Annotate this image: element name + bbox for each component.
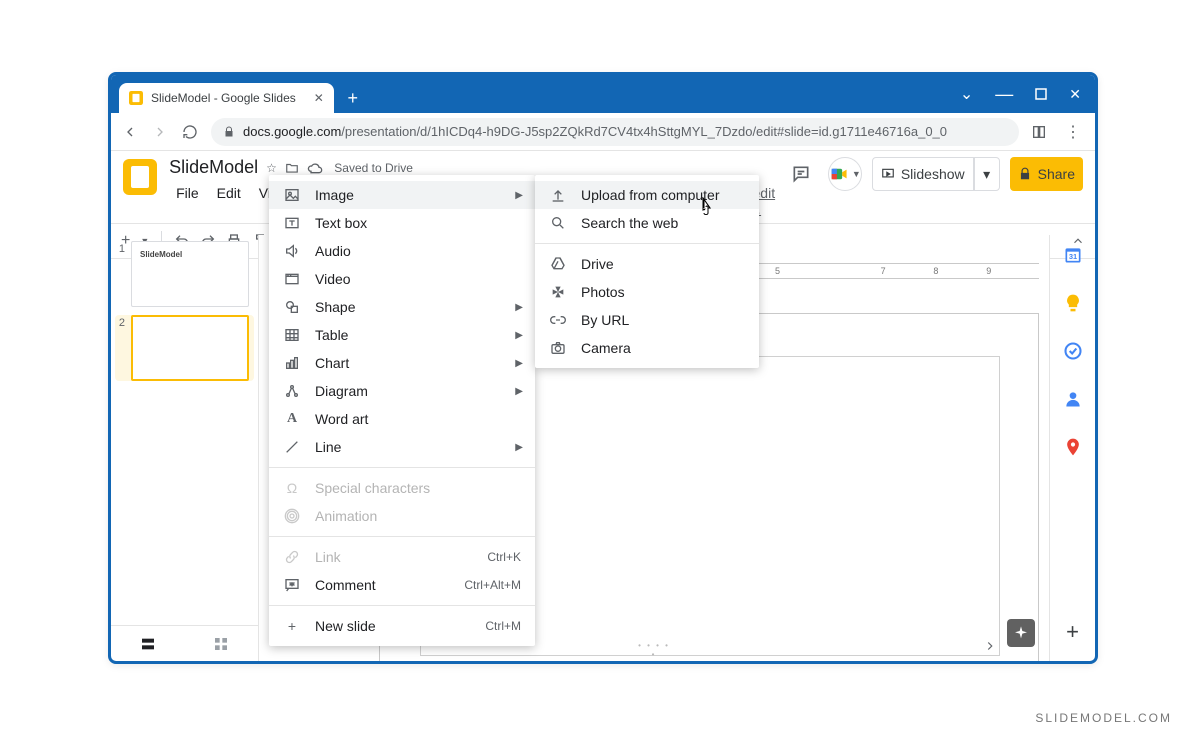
sidepanel-toggle[interactable]	[983, 639, 997, 653]
table-icon	[283, 327, 301, 343]
grid-view[interactable]	[213, 636, 229, 652]
tab-title: SlideModel - Google Slides	[151, 91, 296, 105]
line-icon	[283, 439, 301, 455]
insert-line[interactable]: Line▶	[269, 433, 535, 461]
insert-comment[interactable]: CommentCtrl+Alt+M	[269, 571, 535, 599]
calendar-addon[interactable]: 31	[1063, 245, 1083, 265]
new-tab-button[interactable]: +	[340, 85, 366, 111]
slideshow-button[interactable]: Slideshow	[872, 157, 974, 191]
maps-addon[interactable]	[1063, 437, 1083, 457]
insert-link: LinkCtrl+K	[269, 543, 535, 571]
close-tab-icon[interactable]: ✕	[314, 91, 324, 105]
insert-table[interactable]: Table▶	[269, 321, 535, 349]
chevron-down-icon[interactable]: ⌄	[960, 84, 973, 104]
url-field[interactable]: docs.google.com/presentation/d/1hICDq4-h…	[211, 118, 1019, 146]
tasks-addon[interactable]	[1063, 341, 1083, 361]
slide-thumb-1[interactable]: 1 SlideModel	[115, 241, 254, 307]
explore-button[interactable]	[1007, 619, 1035, 647]
upload-icon	[549, 187, 567, 203]
slides-logo[interactable]	[123, 159, 157, 195]
reader-icon[interactable]	[1031, 124, 1047, 140]
search-icon	[549, 215, 567, 231]
move-icon[interactable]	[285, 161, 299, 175]
camera-icon	[549, 340, 567, 356]
search-the-web[interactable]: Search the web	[535, 209, 759, 237]
slides-favicon	[129, 91, 143, 105]
meet-button[interactable]: ▼	[828, 157, 862, 191]
wordart-icon: A	[283, 411, 301, 427]
filmstrip-view[interactable]	[140, 636, 156, 652]
insert-image[interactable]: Image▶	[269, 181, 535, 209]
url-host: docs.google.com	[243, 124, 341, 139]
from-drive[interactable]: Drive	[535, 250, 759, 278]
plus-icon: +	[283, 618, 301, 634]
photos-icon	[549, 284, 567, 300]
image-submenu: Upload from computer Search the web Driv…	[535, 175, 759, 368]
link-icon	[283, 549, 301, 565]
omega-icon: Ω	[283, 480, 301, 496]
insert-dropdown: Image▶ Text box Audio Video Shape▶ Table…	[269, 175, 535, 646]
from-camera[interactable]: Camera	[535, 334, 759, 362]
browser-titlebar: SlideModel - Google Slides ✕ + ⌄ — ✕	[111, 75, 1095, 113]
cursor-pointer-icon	[697, 197, 715, 219]
svg-text:31: 31	[1068, 252, 1076, 261]
insert-video[interactable]: Video	[269, 265, 535, 293]
close-window-icon[interactable]: ✕	[1069, 86, 1081, 103]
comment-icon	[283, 577, 301, 593]
reload-button[interactable]	[181, 124, 199, 140]
forward-button[interactable]	[151, 124, 169, 140]
browser-window: SlideModel - Google Slides ✕ + ⌄ — ✕ doc…	[108, 72, 1098, 664]
diagram-icon	[283, 383, 301, 399]
image-icon	[283, 187, 301, 203]
insert-textbox[interactable]: Text box	[269, 209, 535, 237]
insert-wordart[interactable]: AWord art	[269, 405, 535, 433]
cloud-status[interactable]: Saved to Drive	[307, 161, 413, 175]
keep-addon[interactable]	[1063, 293, 1083, 313]
insert-shape[interactable]: Shape▶	[269, 293, 535, 321]
browser-tab[interactable]: SlideModel - Google Slides ✕	[119, 83, 334, 113]
kebab-icon[interactable]: ⋮	[1065, 122, 1081, 142]
insert-animation: Animation	[269, 502, 535, 530]
contacts-addon[interactable]	[1063, 389, 1083, 409]
side-addons: 31 +	[1049, 235, 1095, 661]
insert-diagram[interactable]: Diagram▶	[269, 377, 535, 405]
drag-handle[interactable]: • • • • •	[634, 641, 674, 659]
slide-panel: 1 SlideModel 2	[111, 235, 259, 661]
watermark: SLIDEMODEL.COM	[1035, 711, 1172, 725]
audio-icon	[283, 243, 301, 259]
slideshow-dropdown[interactable]: ▾	[974, 157, 1000, 191]
insert-audio[interactable]: Audio	[269, 237, 535, 265]
from-photos[interactable]: Photos	[535, 278, 759, 306]
chart-icon	[283, 355, 301, 371]
document-title[interactable]: SlideModel	[169, 157, 258, 178]
back-button[interactable]	[121, 124, 139, 140]
view-switcher	[111, 625, 258, 661]
upload-from-computer[interactable]: Upload from computer	[535, 181, 759, 209]
comments-button[interactable]	[784, 157, 818, 191]
animation-icon	[283, 508, 301, 524]
maximize-icon[interactable]	[1035, 88, 1047, 100]
by-url[interactable]: By URL	[535, 306, 759, 334]
menu-edit[interactable]: Edit	[210, 182, 248, 217]
drive-icon	[549, 256, 567, 272]
lock-icon	[223, 126, 235, 138]
address-bar: docs.google.com/presentation/d/1hICDq4-h…	[111, 113, 1095, 151]
url-path: /presentation/d/1hICDq4-h9DG-J5sp2ZQkRd7…	[341, 124, 947, 139]
slide-thumb-2[interactable]: 2	[115, 315, 254, 381]
share-button[interactable]: Share	[1010, 157, 1083, 191]
insert-special-chars: ΩSpecial characters	[269, 474, 535, 502]
insert-new-slide[interactable]: +New slideCtrl+M	[269, 612, 535, 640]
star-icon[interactable]: ☆	[266, 161, 277, 175]
url-icon	[549, 312, 567, 328]
video-icon	[283, 271, 301, 287]
shape-icon	[283, 299, 301, 315]
minimize-icon[interactable]: —	[995, 84, 1013, 105]
add-addon[interactable]: +	[1066, 619, 1079, 645]
window-controls: ⌄ — ✕	[960, 75, 1095, 113]
insert-chart[interactable]: Chart▶	[269, 349, 535, 377]
textbox-icon	[283, 215, 301, 231]
menu-file[interactable]: File	[169, 182, 206, 217]
